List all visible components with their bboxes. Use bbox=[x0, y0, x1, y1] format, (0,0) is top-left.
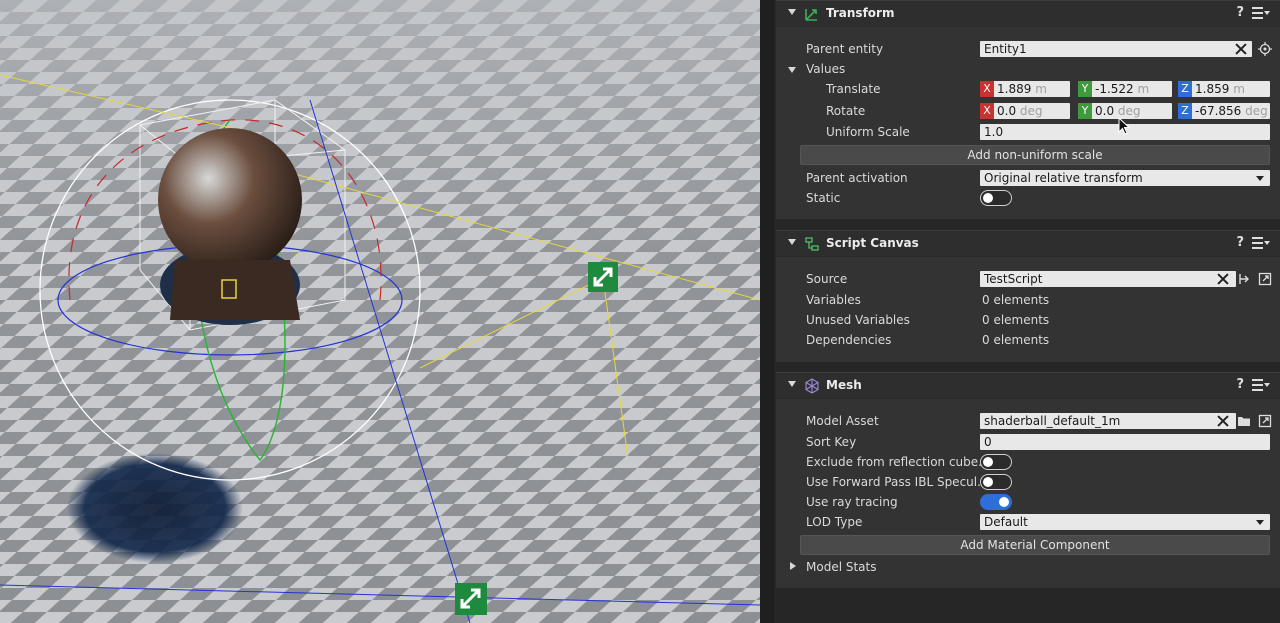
unit-label: m bbox=[1035, 82, 1047, 96]
component-menu-icon[interactable] bbox=[1252, 379, 1270, 393]
open-editor-icon[interactable] bbox=[1258, 414, 1272, 428]
translate-z-value: 1.859 bbox=[1195, 82, 1230, 96]
help-icon[interactable]: ? bbox=[1236, 5, 1244, 20]
clear-asset-icon[interactable] bbox=[1216, 414, 1230, 428]
parent-activation-select[interactable]: Original relative transform bbox=[980, 170, 1270, 186]
add-non-uniform-scale-button[interactable]: Add non-uniform scale bbox=[800, 145, 1270, 165]
collapse-arrow-icon[interactable] bbox=[788, 239, 796, 245]
rotate-z-value: -67.856 bbox=[1195, 104, 1242, 118]
mesh-component-card: Mesh ? Model Asset shaderball_default_1m… bbox=[776, 372, 1280, 588]
unit-label: deg bbox=[1019, 104, 1043, 118]
clear-source-icon[interactable] bbox=[1216, 272, 1230, 286]
mouse-cursor-icon bbox=[1118, 117, 1130, 135]
forward-pass-ibl-toggle[interactable] bbox=[980, 474, 1012, 490]
entity-inspector: Transform ? Parent entity Entity1 Values… bbox=[774, 0, 1280, 623]
x-axis-tag: X bbox=[980, 81, 994, 97]
unit-label: deg bbox=[1245, 104, 1268, 118]
expand-arrow-icon[interactable] bbox=[790, 562, 796, 570]
values-label: Values bbox=[806, 62, 846, 76]
y-axis-tag: Y bbox=[1078, 103, 1092, 119]
collapse-arrow-icon[interactable] bbox=[788, 9, 796, 15]
lod-type-label: LOD Type bbox=[806, 515, 863, 529]
source-label: Source bbox=[806, 272, 848, 286]
script-canvas-header[interactable]: Script Canvas ? bbox=[776, 231, 1280, 257]
chevron-down-icon bbox=[1256, 176, 1264, 181]
add-material-component-button[interactable]: Add Material Component bbox=[800, 535, 1270, 555]
mesh-header[interactable]: Mesh ? bbox=[776, 373, 1280, 399]
collapse-arrow-icon[interactable] bbox=[788, 381, 796, 387]
help-icon[interactable]: ? bbox=[1236, 377, 1244, 392]
forward-pass-ibl-label: Use Forward Pass IBL Specul... bbox=[806, 475, 989, 489]
rotate-x-value: 0.0 bbox=[997, 104, 1017, 118]
model-asset-label: Model Asset bbox=[806, 414, 879, 428]
variables-value: 0 elements bbox=[982, 293, 1050, 307]
script-canvas-icon bbox=[805, 237, 819, 251]
rotate-x-field[interactable]: X 0.0 deg bbox=[980, 103, 1070, 119]
exclude-reflection-label: Exclude from reflection cube... bbox=[806, 455, 990, 469]
parent-entity-field[interactable]: Entity1 bbox=[980, 41, 1252, 57]
open-script-icon[interactable] bbox=[1237, 272, 1251, 286]
translate-label: Translate bbox=[826, 82, 881, 96]
unit-label: m bbox=[1233, 82, 1245, 96]
variables-label: Variables bbox=[806, 293, 861, 307]
translate-x-value: 1.889 bbox=[997, 82, 1032, 96]
unit-label: m bbox=[1137, 82, 1150, 96]
source-field[interactable]: TestScript bbox=[980, 271, 1236, 287]
translate-x-field[interactable]: X 1.889 m bbox=[980, 81, 1070, 97]
y-axis-tag: Y bbox=[1078, 81, 1092, 97]
panel-splitter[interactable] bbox=[760, 0, 774, 623]
sort-key-label: Sort Key bbox=[806, 435, 857, 449]
z-axis-tag: Z bbox=[1178, 103, 1192, 119]
folder-icon[interactable] bbox=[1237, 414, 1251, 428]
lod-type-value: Default bbox=[984, 515, 1028, 529]
help-icon[interactable]: ? bbox=[1236, 235, 1244, 250]
model-asset-field[interactable]: shaderball_default_1m bbox=[980, 413, 1236, 429]
chevron-down-icon bbox=[1256, 520, 1264, 525]
mesh-title: Mesh bbox=[826, 378, 862, 392]
uniform-scale-label: Uniform Scale bbox=[826, 125, 910, 139]
static-label: Static bbox=[806, 191, 841, 205]
dependencies-label: Dependencies bbox=[806, 333, 892, 347]
component-menu-icon[interactable] bbox=[1252, 7, 1270, 21]
z-axis-tag: Z bbox=[1178, 81, 1192, 97]
parent-activation-label: Parent activation bbox=[806, 171, 908, 185]
3d-viewport[interactable] bbox=[0, 0, 760, 623]
open-editor-icon[interactable] bbox=[1258, 272, 1272, 286]
unused-variables-label: Unused Variables bbox=[806, 313, 910, 327]
parent-activation-value: Original relative transform bbox=[984, 171, 1143, 185]
translate-y-value: -1.522 bbox=[1095, 82, 1134, 96]
model-stats-label[interactable]: Model Stats bbox=[806, 560, 876, 574]
exclude-reflection-toggle[interactable] bbox=[980, 454, 1012, 470]
script-canvas-component-card: Script Canvas ? Source TestScript Variab… bbox=[776, 230, 1280, 362]
mesh-icon bbox=[805, 378, 819, 394]
translate-z-field[interactable]: Z 1.859 m bbox=[1178, 81, 1270, 97]
translate-y-field[interactable]: Y -1.522 m bbox=[1078, 81, 1172, 97]
dependencies-value: 0 elements bbox=[982, 333, 1050, 347]
clear-parent-icon[interactable] bbox=[1234, 42, 1248, 56]
ray-tracing-label: Use ray tracing bbox=[806, 495, 898, 509]
unit-label: deg bbox=[1117, 104, 1141, 118]
unused-variables-value: 0 elements bbox=[982, 313, 1050, 327]
target-picker-icon[interactable] bbox=[1258, 42, 1272, 56]
rotate-z-field[interactable]: Z -67.856 deg bbox=[1178, 103, 1270, 119]
rotate-label: Rotate bbox=[826, 104, 866, 118]
transform-icon bbox=[805, 9, 817, 21]
viewport-scene bbox=[0, 0, 760, 623]
sort-key-field[interactable]: 0 bbox=[980, 434, 1270, 450]
static-toggle[interactable] bbox=[980, 190, 1012, 206]
component-menu-icon[interactable] bbox=[1252, 237, 1270, 251]
script-canvas-title: Script Canvas bbox=[826, 236, 919, 250]
entity-gizmo-icon bbox=[588, 262, 618, 292]
rotate-y-value: 0.0 bbox=[1095, 104, 1115, 118]
lod-type-select[interactable]: Default bbox=[980, 514, 1270, 530]
parent-entity-label: Parent entity bbox=[806, 42, 884, 56]
transform-component-card: Transform ? Parent entity Entity1 Values… bbox=[776, 0, 1280, 219]
values-collapse-icon[interactable] bbox=[788, 67, 796, 73]
transform-title: Transform bbox=[826, 6, 895, 20]
ray-tracing-toggle[interactable] bbox=[980, 494, 1012, 510]
transform-header[interactable]: Transform ? bbox=[776, 1, 1280, 27]
entity-gizmo-icon-2 bbox=[455, 583, 487, 615]
x-axis-tag: X bbox=[980, 103, 994, 119]
